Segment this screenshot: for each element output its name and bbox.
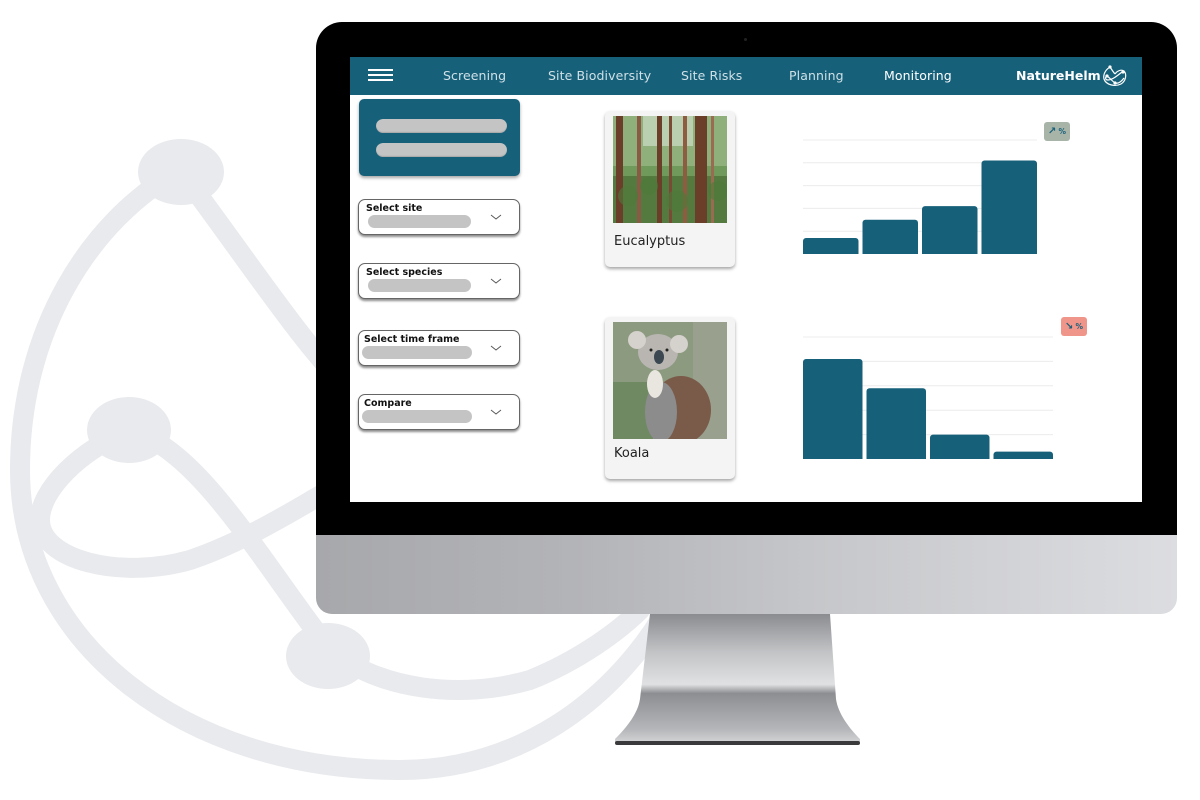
chevron-down-icon (490, 409, 502, 415)
bar-3[interactable] (922, 206, 978, 254)
dropdown-label: Select time frame (364, 334, 460, 345)
bar-1[interactable] (803, 358, 863, 459)
app-screen: Screening Site Biodiversity Site Risks P… (350, 57, 1142, 502)
bar-base (922, 250, 978, 254)
monitor-chin (316, 535, 1177, 614)
species-card-eucalyptus[interactable]: Eucalyptus (605, 111, 735, 267)
percent-label: % (1058, 127, 1066, 136)
species-name: Eucalyptus (614, 234, 686, 249)
dropdown-label: Compare (364, 398, 412, 409)
bar-base (930, 455, 990, 459)
dropdown-value (362, 346, 472, 359)
nav-item-site-risks[interactable]: Site Risks (681, 68, 742, 83)
dropdown-value (368, 279, 471, 292)
bar-2[interactable] (862, 219, 919, 254)
bar-chart-2 (803, 336, 1053, 459)
trend-up-badge[interactable]: ↗ % (1044, 122, 1070, 141)
dropdown-value (362, 410, 472, 423)
select-species-dropdown[interactable]: Select species (358, 263, 520, 299)
nav-item-site-biodiversity[interactable]: Site Biodiversity (548, 68, 651, 83)
nav-item-screening[interactable]: Screening (443, 68, 506, 83)
bar-base (993, 455, 1053, 459)
chevron-down-icon (490, 278, 502, 284)
profile-placeholder-line (376, 143, 507, 157)
species-name: Koala (614, 446, 650, 461)
bar-2[interactable] (866, 388, 927, 459)
brand-name: NatureHelm (1016, 68, 1101, 83)
trend-down-badge[interactable]: ↘ % (1061, 317, 1087, 336)
select-time-frame-dropdown[interactable]: Select time frame (358, 330, 520, 366)
dropdown-label: Select site (366, 203, 423, 214)
nav-item-monitoring[interactable]: Monitoring (884, 68, 952, 83)
nav-item-planning[interactable]: Planning (789, 68, 844, 83)
camera-icon (744, 38, 747, 41)
top-navbar: Screening Site Biodiversity Site Risks P… (350, 57, 1142, 95)
dropdown-value (368, 215, 471, 228)
bar-base (862, 250, 918, 254)
growth-bar-chart (803, 137, 1055, 257)
compare-dropdown[interactable]: Compare (358, 394, 520, 430)
chevron-down-icon (490, 214, 502, 220)
bar-4[interactable] (981, 160, 1038, 254)
dropdown-label: Select species (366, 267, 443, 278)
koala-photo (613, 322, 727, 439)
user-profile-card[interactable] (359, 99, 520, 176)
bar-base (866, 455, 926, 459)
decline-bar-chart (803, 334, 1055, 462)
trend-up-arrow-icon: ↗ (1048, 125, 1057, 137)
naturehelm-logo-icon (1103, 65, 1127, 86)
bar-base (803, 250, 859, 254)
bar-chart-1 (803, 139, 1038, 254)
eucalyptus-forest-photo (613, 116, 727, 223)
profile-placeholder-line (376, 119, 507, 133)
bar-base (981, 250, 1037, 254)
monitor-stand (615, 614, 860, 745)
hamburger-menu-icon[interactable] (368, 69, 393, 81)
select-site-dropdown[interactable]: Select site (358, 199, 520, 235)
chevron-down-icon (490, 345, 502, 351)
species-card-koala[interactable]: Koala (605, 317, 735, 479)
trend-down-arrow-icon: ↘ (1065, 320, 1074, 332)
percent-label: % (1075, 322, 1083, 331)
bar-base (803, 455, 863, 459)
